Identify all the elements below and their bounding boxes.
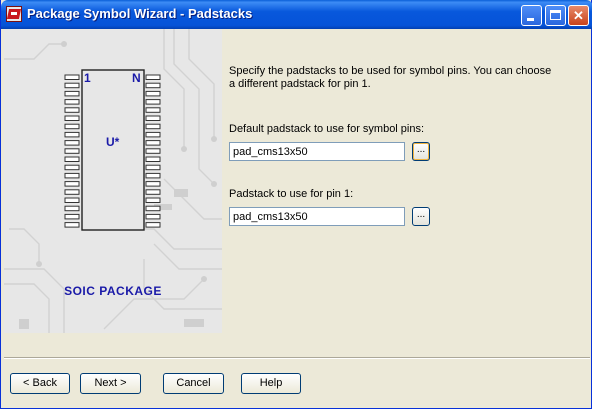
package-pin-right (145, 107, 161, 113)
package-pin-right (145, 164, 161, 171)
package-pin-right (145, 99, 161, 105)
pin-n-label: N (132, 71, 141, 85)
package-pin-left (64, 99, 80, 105)
help-button[interactable]: Help (241, 373, 301, 394)
cancel-button[interactable]: Cancel (163, 373, 224, 394)
title-bar[interactable]: Package Symbol Wizard - Padstacks ✕ (1, 0, 592, 29)
package-pin-right (145, 90, 161, 97)
maximize-icon (550, 10, 561, 20)
package-pin-left (64, 82, 80, 89)
button-separator (4, 357, 590, 359)
package-pin-left (64, 213, 80, 220)
pin1-padstack-field[interactable] (229, 207, 405, 226)
package-pin-right (145, 148, 161, 154)
package-pin-left (64, 107, 80, 113)
package-illustration: 1 N U* SOIC PACKAGE (4, 29, 222, 333)
package-pin-right (145, 82, 161, 89)
package-pin-right (145, 172, 161, 179)
close-icon: ✕ (573, 8, 584, 23)
package-pin-left (64, 123, 80, 130)
package-pin-left (64, 164, 80, 171)
package-pin-left (64, 115, 80, 121)
window-title: Package Symbol Wizard - Padstacks (27, 6, 253, 21)
package-pin-left (64, 181, 80, 187)
package-pin-right (145, 205, 161, 212)
pin-1-label: 1 (84, 71, 91, 85)
package-pin-right (145, 189, 161, 195)
default-padstack-browse-button[interactable]: ... (412, 142, 430, 161)
instructions-text: Specify the padstacks to be used for sym… (229, 65, 552, 90)
pin1-padstack-label: Padstack to use for pin 1: (229, 188, 354, 200)
dialog-body: 1 N U* SOIC PACKAGE Specify the padstack… (4, 29, 590, 406)
package-pin-right (145, 213, 161, 220)
package-pin-right (145, 140, 161, 146)
default-padstack-label: Default padstack to use for symbol pins: (229, 123, 425, 135)
wizard-window: Package Symbol Wizard - Padstacks ✕ 1 N … (0, 0, 592, 409)
package-pin-right (145, 181, 161, 187)
package-pin-left (64, 148, 80, 154)
package-pin-left (64, 131, 80, 138)
package-pin-left (64, 197, 80, 203)
minimize-icon (527, 18, 534, 21)
minimize-button[interactable] (521, 5, 542, 26)
maximize-button[interactable] (545, 5, 566, 26)
package-type-label: SOIC PACKAGE (64, 284, 162, 298)
package-pin-right (145, 74, 161, 80)
reference-designator: U* (106, 135, 120, 149)
package-pin-right (145, 123, 161, 130)
package-pin-left (64, 189, 80, 195)
package-pin-right (145, 131, 161, 138)
package-pin-left (64, 222, 80, 228)
package-pin-left (64, 74, 80, 80)
close-button[interactable]: ✕ (568, 5, 589, 26)
package-pin-left (64, 156, 80, 162)
package-pin-left (64, 90, 80, 97)
package-pin-right (145, 115, 161, 121)
default-padstack-field[interactable] (229, 142, 405, 161)
package-pin-right (145, 222, 161, 228)
package-pin-left (64, 205, 80, 212)
package-pin-left (64, 172, 80, 179)
back-button[interactable]: < Back (10, 373, 70, 394)
package-pin-right (145, 156, 161, 162)
pin1-padstack-browse-button[interactable]: ... (412, 207, 430, 226)
next-button[interactable]: Next > (80, 373, 141, 394)
package-pin-right (145, 197, 161, 203)
package-pin-left (64, 140, 80, 146)
app-icon (6, 6, 22, 22)
